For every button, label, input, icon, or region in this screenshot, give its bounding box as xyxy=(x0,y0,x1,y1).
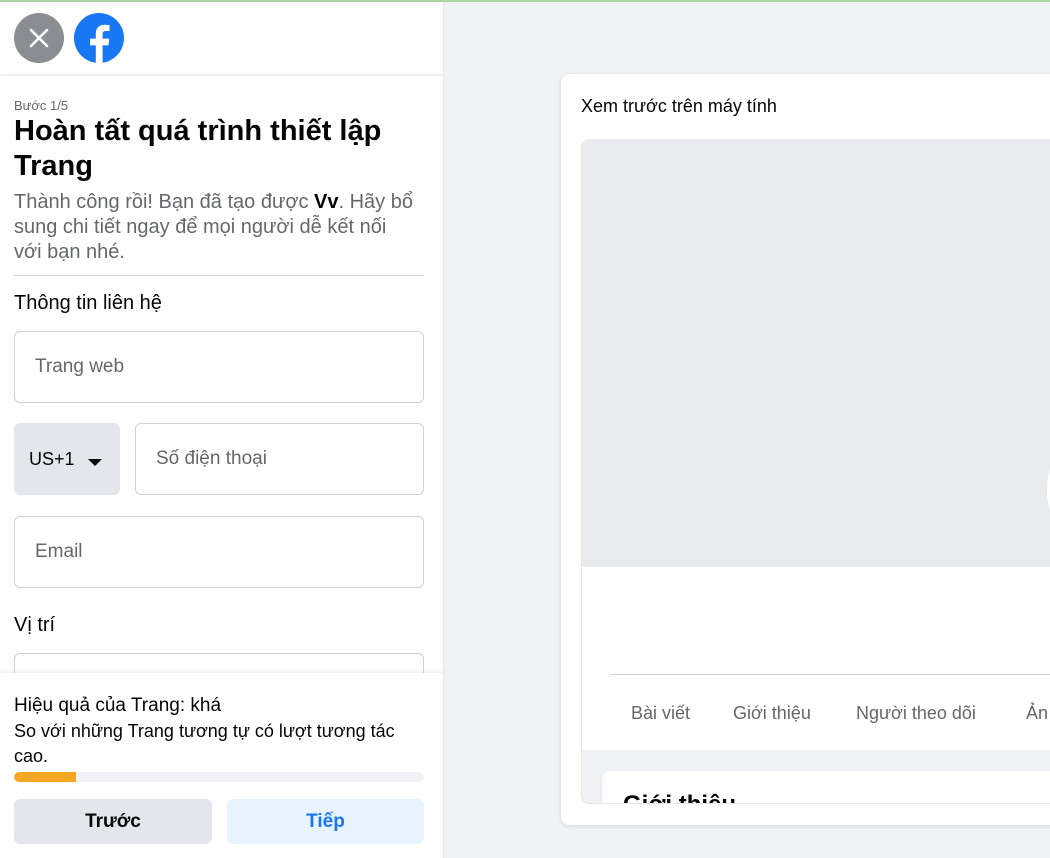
panel-header xyxy=(0,2,443,74)
page-title: Hoàn tất quá trình thiết lập Trang xyxy=(14,115,382,182)
email-input[interactable]: Email xyxy=(14,516,424,588)
performance-title: Hiệu quả của Trang: khá xyxy=(14,695,222,716)
close-button[interactable] xyxy=(14,13,64,63)
previous-button[interactable]: Trước xyxy=(14,799,212,844)
website-input[interactable]: Trang web xyxy=(14,331,424,403)
performance-description: So với những Trang tương tự có lượt tươn… xyxy=(14,721,395,766)
next-button[interactable]: Tiếp xyxy=(227,799,424,844)
country-code-select[interactable]: US+1 xyxy=(14,423,120,495)
step-indicator: Bước 1/5 xyxy=(14,98,69,113)
phone-input[interactable]: Số điện thoại xyxy=(135,423,424,495)
page-preview: Bài viết Giới thiệu Người theo dõi Ản Gi… xyxy=(581,139,1050,804)
email-placeholder: Email xyxy=(35,541,83,562)
performance-progress-bar xyxy=(14,772,424,782)
tab-followers: Người theo dõi xyxy=(856,703,976,723)
phone-placeholder: Số điện thoại xyxy=(156,448,267,469)
profile-header: Bài viết Giới thiệu Người theo dõi Ản xyxy=(582,567,1050,750)
contact-section-label: Thông tin liên hệ xyxy=(14,292,162,314)
performance-footer: Hiệu quả của Trang: khá So với những Tra… xyxy=(0,673,443,858)
intro-card: Giới thiệu xyxy=(602,771,1050,803)
tabs-divider xyxy=(611,674,1050,675)
cover-photo-placeholder xyxy=(582,140,1050,567)
divider xyxy=(14,275,424,276)
website-placeholder: Trang web xyxy=(35,356,125,377)
tab-about: Giới thiệu xyxy=(733,703,811,723)
subtitle-text-start: Thành công rồi! Bạn đã tạo được xyxy=(14,191,315,213)
desktop-preview-card: Xem trước trên máy tính Bài viết Giới th… xyxy=(561,74,1050,825)
intro-title: Giới thiệu xyxy=(623,791,736,803)
facebook-logo-icon[interactable] xyxy=(74,13,124,63)
progress-fill xyxy=(14,772,76,782)
setup-panel: Bước 1/5 Hoàn tất quá trình thiết lập Tr… xyxy=(0,2,444,858)
tab-posts: Bài viết xyxy=(631,703,691,723)
caret-down-icon xyxy=(88,459,102,466)
location-section-label: Vị trí xyxy=(14,614,56,636)
preview-title: Xem trước trên máy tính xyxy=(581,96,777,116)
close-icon xyxy=(29,28,49,48)
country-code-value: US+1 xyxy=(29,448,75,469)
tab-photos: Ản xyxy=(1026,703,1049,723)
page-subtitle: Thành công rồi! Bạn đã tạo được Vv. Hãy … xyxy=(14,190,419,265)
page-name: Vv xyxy=(314,191,339,213)
